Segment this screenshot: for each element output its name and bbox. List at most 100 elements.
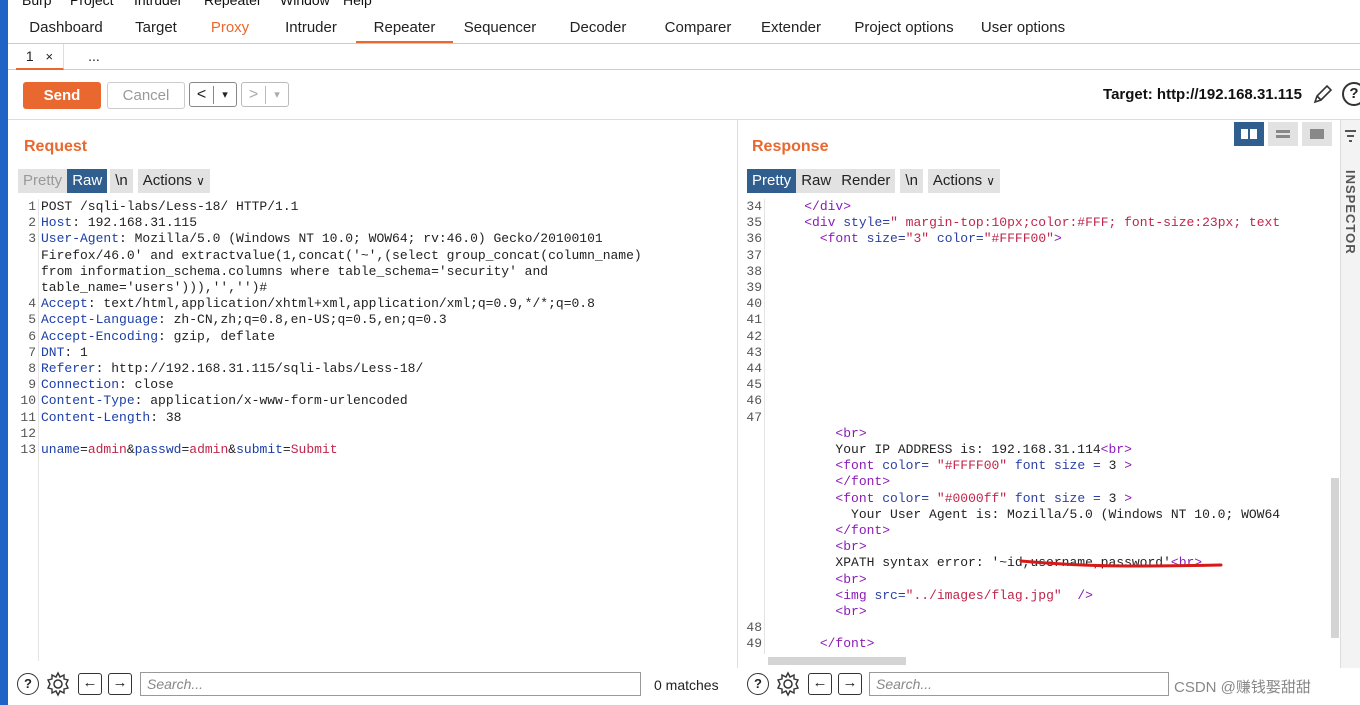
request-search-input[interactable]: Search...: [140, 672, 641, 696]
line-number: [740, 604, 762, 620]
history-back-group[interactable]: < ▾: [189, 82, 237, 107]
response-settings-gear-icon[interactable]: [775, 671, 801, 697]
html-token: <div: [804, 215, 836, 231]
header-value: : 1: [64, 344, 88, 360]
history-forward-group[interactable]: > ▾: [241, 82, 289, 107]
html-token: [1062, 588, 1070, 603]
menu-burp[interactable]: Burp: [22, 0, 52, 8]
request-match-count: 0 matches: [654, 677, 719, 693]
menu-window[interactable]: Window: [280, 0, 330, 8]
html-token: =: [975, 231, 984, 247]
response-editor[interactable]: 3435363738394041424344454647 484950 </di…: [740, 199, 1330, 654]
tab-user-options[interactable]: User options: [974, 14, 1072, 43]
header-value: Firefox/46.0' and extractvalue(1,concat(…: [41, 247, 642, 263]
response-raw-button[interactable]: Raw: [796, 169, 837, 193]
tab-decoder[interactable]: Decoder: [556, 14, 640, 43]
code-line: <font color= "#0000ff" font size = 3 >: [773, 491, 1280, 507]
html-token: >: [858, 425, 867, 441]
request-settings-gear-icon[interactable]: [45, 671, 71, 697]
request-help-icon[interactable]: ?: [17, 673, 39, 695]
send-button[interactable]: Send: [23, 82, 101, 109]
layout-stacked-icon[interactable]: [1268, 122, 1298, 146]
html-token: >: [866, 636, 875, 652]
layout-tab-icon[interactable]: [1302, 122, 1332, 146]
response-next-match-icon[interactable]: →: [838, 673, 862, 695]
html-token: [929, 231, 937, 246]
forward-dropdown-icon[interactable]: ▾: [266, 88, 288, 101]
response-prev-match-icon[interactable]: ←: [808, 673, 832, 695]
header-value: : gzip, deflate: [158, 328, 276, 344]
tab-intruder[interactable]: Intruder: [270, 14, 352, 43]
response-code[interactable]: </div> <div style=" margin-top:10px;colo…: [773, 199, 1280, 654]
response-search-input[interactable]: Search...: [869, 672, 1169, 696]
tab-dashboard[interactable]: Dashboard: [17, 14, 115, 43]
line-number: [740, 555, 762, 571]
edit-pencil-icon[interactable]: [1312, 83, 1334, 105]
tab-project-options[interactable]: Project options: [840, 14, 968, 43]
menu-intruder[interactable]: Intruder: [134, 0, 182, 8]
tab-extender[interactable]: Extender: [748, 14, 834, 43]
header-name: Accept-Encoding: [41, 328, 159, 344]
response-actions-button[interactable]: Actions ∨: [927, 169, 1001, 193]
request-raw-button[interactable]: Raw: [67, 169, 108, 193]
tab-comparer[interactable]: Comparer: [648, 14, 748, 43]
menu-repeater[interactable]: Repeater: [204, 0, 262, 8]
html-token: color: [882, 490, 922, 506]
request-pretty-button[interactable]: Pretty: [18, 169, 68, 193]
html-token: "#FFFF00": [936, 458, 1008, 474]
request-next-match-icon[interactable]: →: [108, 673, 132, 695]
request-editor[interactable]: 123 4 5 6 7 8 9 10 11 12 13 POST /sqli-labs/Less-…: [14, 199, 732, 661]
response-newline-button[interactable]: \n: [900, 169, 923, 193]
code-line: </font>: [773, 636, 1280, 652]
subtab-close-icon[interactable]: ×: [46, 49, 54, 64]
code-line: Connection: close: [41, 377, 642, 393]
help-icon[interactable]: ?: [1342, 82, 1360, 106]
forward-arrow-icon[interactable]: >: [242, 85, 266, 104]
request-newline-button[interactable]: \n: [110, 169, 133, 193]
code-line: table_name='users'))),'','')#: [41, 280, 642, 296]
html-token: </font: [835, 523, 883, 539]
line-number: 42: [746, 328, 762, 344]
subtab-1[interactable]: 1 ×: [16, 44, 64, 70]
header-name: Referer: [41, 361, 96, 377]
line-number: [14, 248, 36, 264]
tab-repeater[interactable]: Repeater: [356, 14, 453, 43]
response-pretty-button[interactable]: Pretty: [747, 169, 797, 193]
panel-divider[interactable]: [737, 120, 738, 668]
html-token: =: [1092, 458, 1101, 474]
html-token: font: [1014, 458, 1047, 474]
html-token: >: [843, 199, 852, 214]
code-line: <img src="../images/flag.jpg" />: [773, 588, 1280, 604]
menu-project[interactable]: Project: [70, 0, 114, 8]
code-line: Accept-Language: zh-CN,zh;q=0.8,en-US;q=…: [41, 312, 642, 328]
tab-target[interactable]: Target: [122, 14, 190, 43]
line-number: 4: [28, 296, 36, 312]
tab-proxy[interactable]: Proxy: [198, 14, 262, 43]
subtab-new[interactable]: ...: [72, 44, 116, 70]
cancel-button[interactable]: Cancel: [107, 82, 185, 109]
request-prev-match-icon[interactable]: ←: [78, 673, 102, 695]
layout-split-icon[interactable]: [1234, 122, 1264, 146]
param-separator: &: [126, 442, 135, 458]
line-number: 41: [746, 312, 762, 328]
header-value: : zh-CN,zh;q=0.8,en-US;q=0.5,en;q=0.3: [158, 312, 447, 328]
chevron-down-icon: ∨: [986, 174, 996, 188]
menu-help[interactable]: Help: [343, 0, 372, 8]
response-vertical-scrollbar[interactable]: [1331, 478, 1339, 638]
header-value: table_name='users'))),'','')#: [41, 280, 268, 296]
response-view-buttons: Pretty Raw Render \n Actions ∨: [747, 169, 1005, 193]
html-token: [1046, 491, 1054, 506]
response-render-button[interactable]: Render: [836, 169, 896, 193]
back-arrow-icon[interactable]: <: [190, 85, 214, 104]
response-help-icon[interactable]: ?: [747, 673, 769, 695]
response-horizontal-scrollbar[interactable]: [768, 657, 906, 665]
line-number: 44: [746, 361, 762, 377]
back-dropdown-icon[interactable]: ▾: [214, 88, 236, 101]
request-actions-button[interactable]: Actions ∨: [137, 169, 210, 193]
tab-sequencer[interactable]: Sequencer: [453, 14, 547, 43]
html-token: style: [843, 215, 883, 231]
html-token: >: [1124, 458, 1133, 474]
code-line: Accept: text/html,application/xhtml+xml,…: [41, 296, 642, 312]
request-code[interactable]: POST /sqli-labs/Less-18/ HTTP/1.1 Host: 1…: [41, 199, 642, 458]
